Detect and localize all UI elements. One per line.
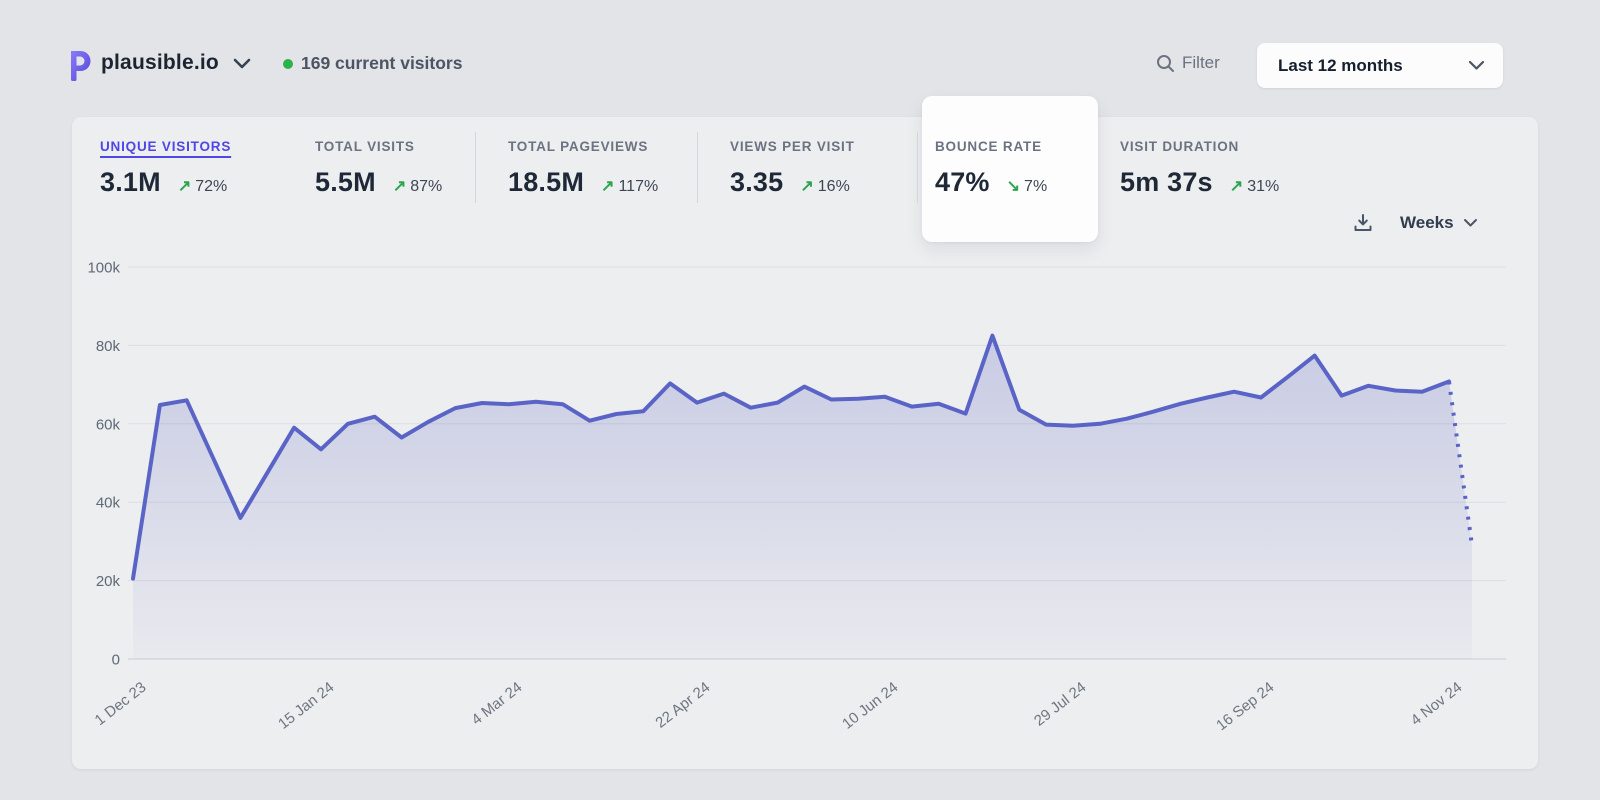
visitors-area-chart[interactable]: 100k 80k 60k 40k 20k 0 1 Dec 23 15 Jan 24 4 Mar… [72,117,1538,769]
svg-text:22 Apr 24: 22 Apr 24 [652,679,713,732]
svg-text:16 Sep 24: 16 Sep 24 [1213,679,1277,735]
current-visitors[interactable]: 169 current visitors [283,53,462,74]
svg-text:4 Nov 24: 4 Nov 24 [1408,679,1466,729]
plausible-logo [64,48,94,82]
svg-text:10 Jun 24: 10 Jun 24 [839,679,901,733]
chart-x-axis-labels: 1 Dec 23 15 Jan 24 4 Mar 24 22 Apr 24 10 Jun… [92,679,1466,735]
chart-y-axis-labels: 100k 80k 60k 40k 20k 0 [87,260,120,669]
live-dot-icon [283,59,293,69]
chevron-down-icon [1468,60,1485,71]
chart-series [133,336,1472,659]
svg-text:100k: 100k [87,260,120,277]
filter-button[interactable]: Filter [1156,53,1220,73]
svg-text:40k: 40k [96,495,121,512]
site-chevron-down-icon[interactable] [233,58,251,70]
site-name[interactable]: plausible.io [101,51,219,75]
current-visitors-label: 169 current visitors [301,53,462,74]
search-icon [1156,54,1175,73]
svg-text:80k: 80k [96,338,121,355]
date-range-value: Last 12 months [1278,56,1403,76]
date-range-select[interactable]: Last 12 months [1257,43,1503,88]
svg-text:20k: 20k [96,573,121,590]
svg-text:4 Mar 24: 4 Mar 24 [468,679,525,729]
svg-text:0: 0 [112,652,120,669]
svg-text:15 Jan 24: 15 Jan 24 [275,679,337,733]
svg-text:60k: 60k [96,416,121,433]
svg-text:29 Jul 24: 29 Jul 24 [1031,679,1089,730]
svg-text:1 Dec 23: 1 Dec 23 [92,679,150,729]
filter-label: Filter [1182,53,1220,73]
